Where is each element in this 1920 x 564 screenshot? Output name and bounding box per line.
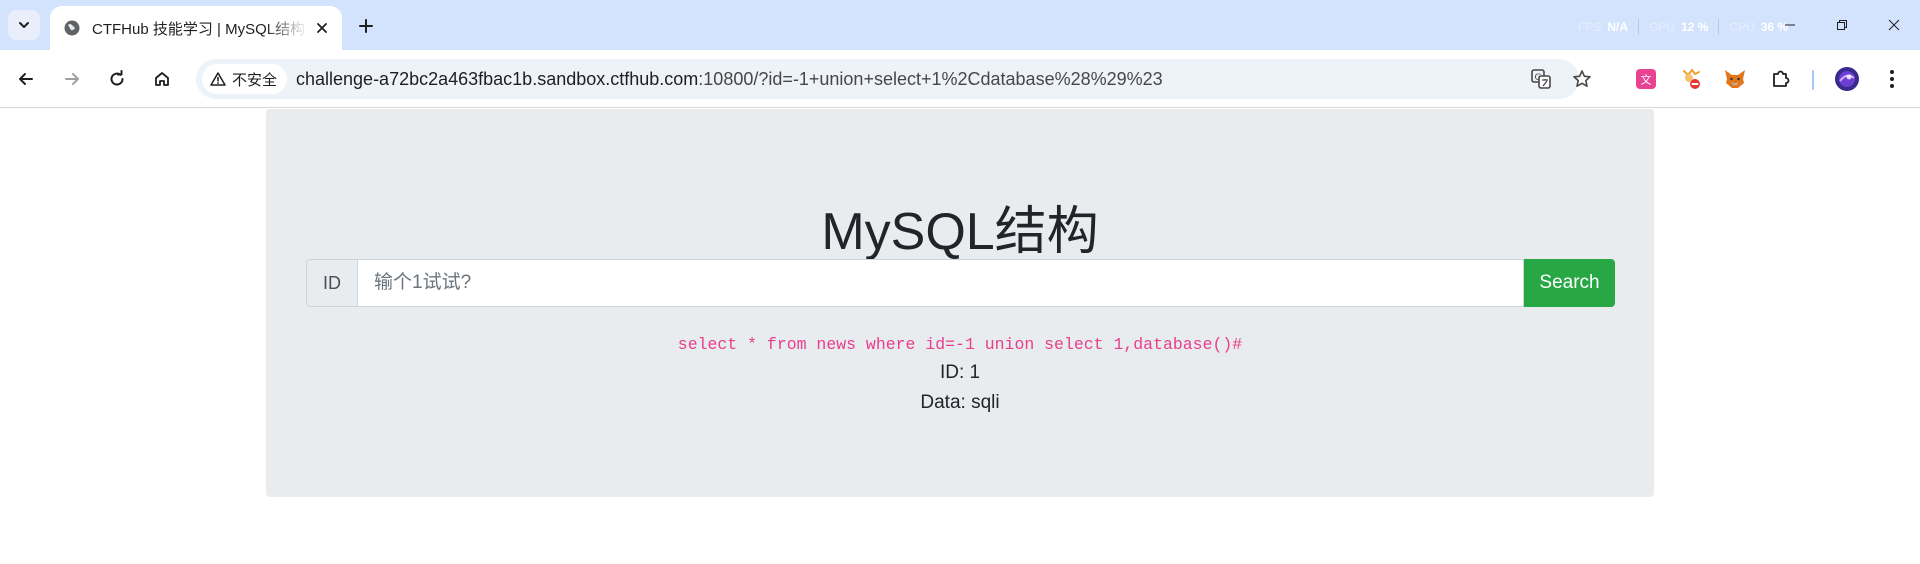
star-icon (1573, 70, 1591, 87)
gpu-stat: GPU 12 % (1649, 20, 1709, 34)
fox-extension-icon (1725, 70, 1745, 88)
result-data: Data: sqli (920, 392, 1000, 413)
search-button[interactable]: Search (1524, 259, 1615, 307)
divider (1718, 19, 1720, 35)
minimize-button[interactable] (1764, 0, 1816, 50)
svg-text:文: 文 (1641, 73, 1652, 87)
warning-icon (210, 72, 226, 86)
bookmark-button[interactable] (1570, 67, 1594, 91)
restore-button[interactable] (1816, 0, 1868, 50)
tab-title: CTFHub 技能学习 | MySQL结构 (92, 20, 306, 38)
back-button[interactable] (10, 63, 42, 95)
page-title: MySQL结构 (821, 203, 1099, 261)
home-icon (155, 72, 169, 86)
tab-strip: CTFHub 技能学习 | MySQL结构 FPS N/A GPU 12 % CPU… (0, 0, 1920, 50)
close-icon (317, 23, 327, 33)
menu-button[interactable] (1876, 63, 1908, 95)
avatar-icon (1835, 67, 1859, 91)
reload-icon (110, 70, 124, 86)
hand-extension-icon (1683, 68, 1700, 89)
extensions-button[interactable] (1765, 63, 1797, 95)
home-button[interactable] (146, 63, 178, 95)
address-bar[interactable]: 不安全 challenge-a72bc2a463fbac1b.sandbox.c… (196, 59, 1591, 99)
new-tab-button[interactable] (352, 12, 380, 40)
system-stats: FPS N/A GPU 12 % CPU 36 % (1578, 19, 1788, 35)
url-path: :10800/?id=-1+union+select+1%2Cdatabase%… (698, 69, 1163, 89)
security-chip[interactable]: 不安全 (202, 64, 288, 94)
fox-extension-button[interactable] (1719, 63, 1751, 95)
translate-extension-icon: 文 (1636, 69, 1656, 89)
back-arrow-icon (19, 73, 33, 85)
active-tab[interactable]: CTFHub 技能学习 | MySQL结构 (50, 6, 342, 50)
kebab-menu-icon (1890, 70, 1894, 88)
close-icon (1888, 19, 1900, 31)
minimize-icon (1785, 24, 1795, 26)
window-controls (1764, 0, 1920, 50)
plus-icon (359, 19, 373, 33)
hand-extension-button[interactable] (1675, 63, 1707, 95)
chevron-down-icon (19, 22, 29, 28)
restore-icon (1837, 20, 1847, 30)
id-label: ID (306, 259, 357, 307)
browser-toolbar: 不安全 challenge-a72bc2a463fbac1b.sandbox.c… (0, 50, 1920, 108)
toolbar-divider (1812, 70, 1814, 90)
translate-button[interactable]: G (1529, 67, 1553, 91)
globe-icon (62, 18, 82, 38)
divider (1638, 19, 1640, 35)
url-host: challenge-a72bc2a463fbac1b.sandbox.ctfhu… (296, 69, 699, 89)
search-form: ID Search (306, 259, 1615, 307)
security-label: 不安全 (232, 71, 278, 89)
forward-arrow-icon (65, 73, 79, 85)
close-window-button[interactable] (1868, 0, 1920, 50)
result-id: ID: 1 (939, 362, 981, 383)
id-input[interactable] (357, 259, 1524, 307)
jumbotron: MySQL结构 ID Search select * from news whe… (266, 109, 1654, 497)
tab-list-button[interactable] (8, 10, 40, 40)
reload-button[interactable] (101, 63, 133, 95)
puzzle-icon (1773, 70, 1790, 87)
fps-stat: FPS N/A (1578, 20, 1629, 34)
url-text[interactable]: challenge-a72bc2a463fbac1b.sandbox.ctfhu… (296, 69, 1163, 90)
forward-button[interactable] (56, 63, 88, 95)
translate-extension-button[interactable]: 文 (1630, 63, 1662, 95)
profile-button[interactable] (1831, 63, 1863, 95)
close-tab-button[interactable] (312, 18, 332, 38)
sql-query: select * from news where id=-1 union sel… (677, 335, 1243, 354)
translate-icon: G (1531, 69, 1551, 89)
